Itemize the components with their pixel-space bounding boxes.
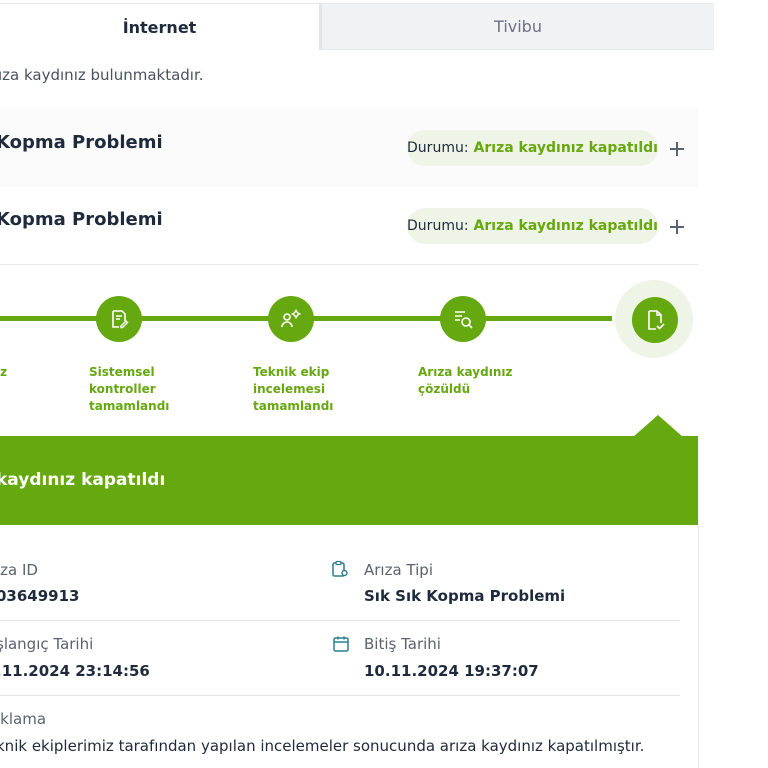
end-date-value: 10.11.2024 19:37:07: [364, 662, 539, 680]
record-title: Kopma Problemi: [0, 132, 163, 153]
step-1-label: ız: [0, 365, 8, 379]
document-check-icon: [648, 310, 665, 330]
status-panel-header: kaydınız kapatıldı: [0, 436, 698, 525]
fault-type-label: Arıza Tipi: [364, 561, 433, 579]
record-title: Kopma Problemi: [0, 209, 163, 230]
fault-record-row[interactable]: Kopma Problemi Durumu: Arıza kaydınız ka…: [0, 108, 698, 187]
step-5-circle: [632, 297, 678, 343]
user-gear-icon: [281, 309, 301, 328]
records-info-text: ıza kaydınız bulunmaktadır.: [0, 66, 204, 84]
tab-internet[interactable]: İnternet: [0, 3, 319, 50]
description-label: ıklama: [0, 710, 47, 728]
fault-id-value: 03649913: [0, 587, 80, 605]
divider: [0, 695, 680, 696]
service-tabs: İnternet Tivibu: [0, 3, 714, 50]
status-key: Durumu:: [407, 140, 469, 156]
status-value: Arıza kaydınız kapatıldı: [473, 140, 658, 156]
status-badge: Durumu: Arıza kaydınız kapatıldı: [407, 208, 658, 244]
list-search-icon: [455, 311, 473, 329]
fault-details: ıza ID 03649913 Arıza Tipi Sık Sık Kopma…: [0, 525, 699, 768]
step-2-circle: [96, 296, 142, 342]
fault-id-label: ıza ID: [0, 561, 38, 579]
expand-plus-icon[interactable]: [668, 218, 686, 236]
clipboard-gear-icon: [332, 560, 348, 577]
step-4-label: Arıza kaydınız çözüldü: [418, 365, 513, 396]
status-key: Durumu:: [407, 218, 469, 234]
expand-plus-icon[interactable]: [668, 140, 686, 158]
step-3-circle: [268, 296, 314, 342]
fault-type-value: Sık Sık Kopma Problemi: [364, 587, 566, 605]
description-value: knik ekiplerimiz tarafından yapılan ince…: [0, 737, 645, 755]
step-2-label: Sistemsel kontroller tamamlandı: [89, 365, 170, 413]
panel-title: kaydınız kapatıldı: [0, 470, 166, 490]
calendar-icon: [333, 636, 349, 652]
document-edit-icon: [112, 310, 129, 329]
fault-record-row[interactable]: Kopma Problemi Durumu: Arıza kaydınız ka…: [0, 192, 698, 265]
start-date-label: şlangıç Tarihi: [0, 635, 94, 653]
step-3-label: Teknik ekip incelemesi tamamlandı: [253, 365, 334, 413]
divider: [0, 620, 680, 621]
status-value: Arıza kaydınız kapatıldı: [473, 218, 658, 234]
end-date-label: Bitiş Tarihi: [364, 635, 441, 653]
panel-pointer: [633, 415, 683, 437]
step-4-circle: [440, 296, 486, 342]
status-badge: Durumu: Arıza kaydınız kapatıldı: [407, 130, 658, 166]
tab-tivibu[interactable]: Tivibu: [319, 3, 714, 50]
start-date-value: .11.2024 23:14:56: [0, 662, 150, 680]
